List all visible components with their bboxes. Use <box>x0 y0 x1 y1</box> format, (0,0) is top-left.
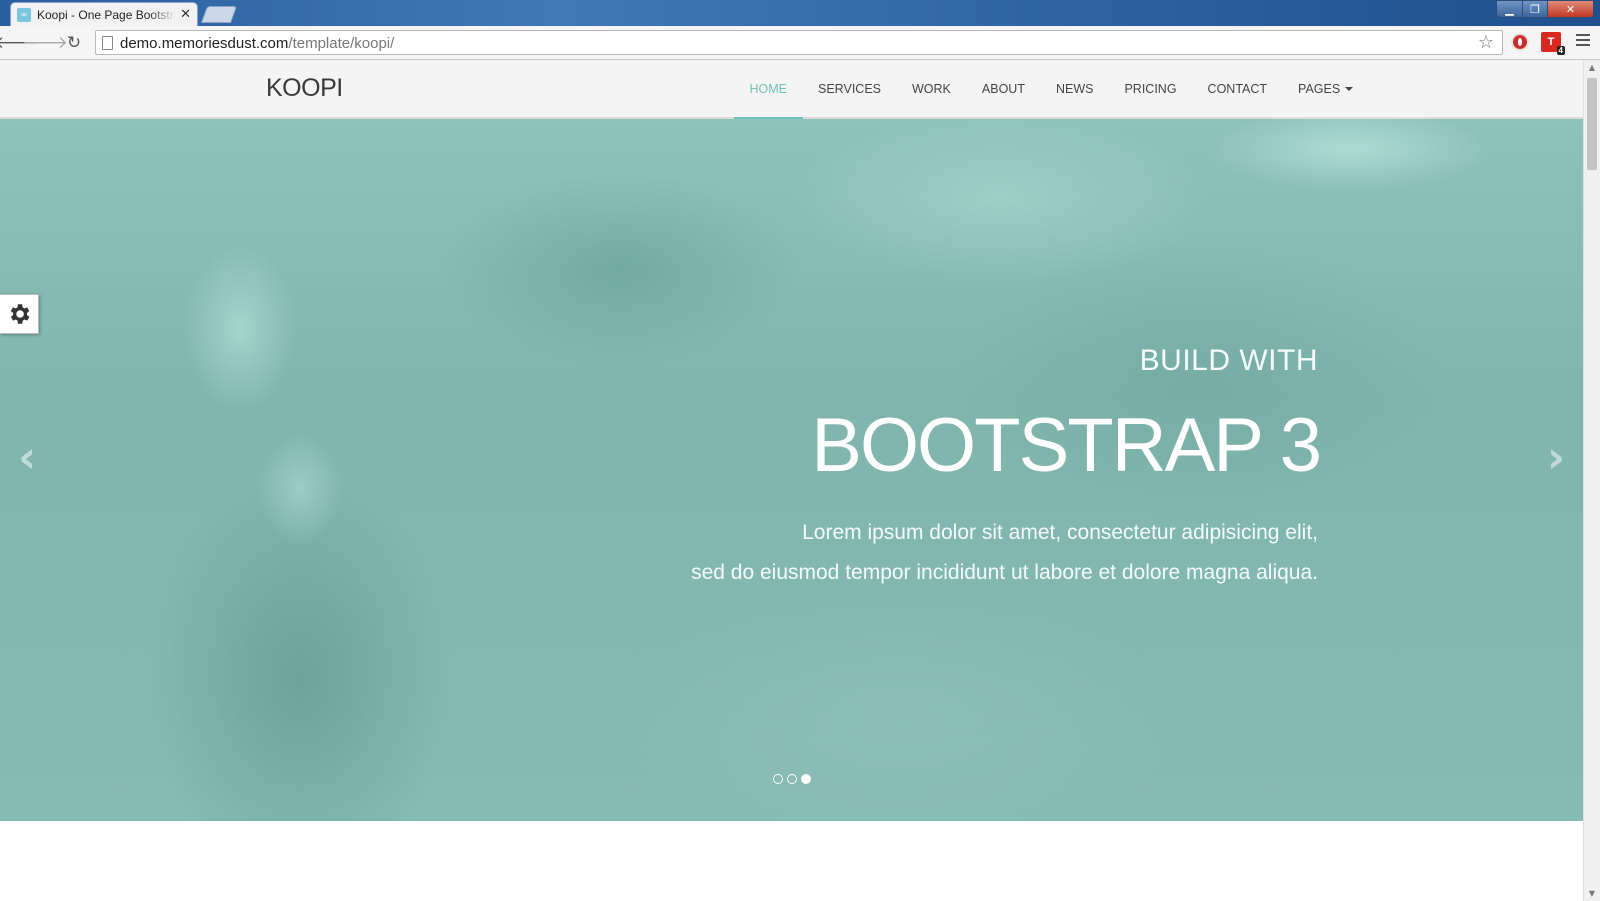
bookmark-star-icon[interactable]: ☆ <box>1478 32 1494 53</box>
new-tab-button[interactable] <box>200 6 238 23</box>
nav-contact[interactable]: CONTACT <box>1192 60 1283 117</box>
page-viewport: KOOPI HOME SERVICES WORK ABOUT NEWS PRIC… <box>0 60 1583 901</box>
scrollbar-thumb[interactable] <box>1587 78 1597 170</box>
extension-label: T <box>1547 36 1555 48</box>
nav-pages-dropdown[interactable]: PAGES <box>1283 60 1369 117</box>
carousel-indicators <box>773 774 811 784</box>
carousel-dot-3[interactable] <box>801 774 811 784</box>
nav-about[interactable]: ABOUT <box>966 60 1040 117</box>
tab-close-icon[interactable]: ✕ <box>180 7 191 22</box>
site-navbar: KOOPI HOME SERVICES WORK ABOUT NEWS PRIC… <box>0 60 1583 119</box>
arrow-right-icon: 🡒 <box>22 33 68 53</box>
power-extension-icon[interactable] <box>1511 33 1529 51</box>
reload-button[interactable]: ↻ <box>62 31 86 55</box>
hero-text-line-1: Lorem ipsum dolor sit amet, consectetur … <box>802 521 1318 544</box>
caret-down-icon <box>1345 86 1354 91</box>
hero-text: Lorem ipsum dolor sit amet, consectetur … <box>618 513 1318 593</box>
minimize-button[interactable]: ▁ <box>1496 0 1523 18</box>
gear-icon <box>10 304 30 324</box>
hero-text-line-2: sed do eiusmod tempor incididunt ut labo… <box>691 561 1318 584</box>
nav-pages-label: PAGES <box>1298 81 1341 96</box>
scroll-down-icon[interactable]: ▼ <box>1584 886 1600 901</box>
hero-subtitle: BUILD WITH <box>1139 344 1318 377</box>
url-path: /template/koopi/ <box>288 35 395 52</box>
forward-button[interactable]: 🡒 <box>22 31 68 55</box>
content-section <box>0 821 1583 901</box>
favicon-icon: ∞ <box>17 7 31 22</box>
close-window-button[interactable]: ✕ <box>1547 0 1594 18</box>
address-bar[interactable]: demo.memoriesdust.com/template/koopi/ ☆ <box>95 30 1503 55</box>
browser-tab[interactable]: ∞ Koopi - One Page Bootstrap ✕ <box>10 2 198 26</box>
page-scrollbar[interactable]: ▲ ▼ <box>1583 60 1600 901</box>
scroll-up-icon[interactable]: ▲ <box>1584 60 1600 75</box>
hero-title: BOOTSTRAP 3 <box>811 403 1322 488</box>
url-text[interactable]: demo.memoriesdust.com/template/koopi/ <box>120 35 394 52</box>
restore-icon: ❐ <box>1530 2 1540 16</box>
style-switcher-toggle[interactable] <box>0 294 39 334</box>
nav-home[interactable]: HOME <box>734 60 803 119</box>
page-icon <box>102 36 113 50</box>
carousel-prev-icon[interactable]: ‹ <box>18 432 36 483</box>
t-extension-icon[interactable]: T 4 <box>1541 32 1565 55</box>
window-titlebar: ∞ Koopi - One Page Bootstrap ✕ ▁ ❐ ✕ <box>0 0 1600 26</box>
close-icon: ✕ <box>1565 2 1576 16</box>
extension-badge: 4 <box>1556 46 1565 55</box>
tab-title: Koopi - One Page Bootstrap <box>37 7 177 22</box>
browser-toolbar: 🡐 🡒 ↻ demo.memoriesdust.com/template/koo… <box>0 26 1600 60</box>
carousel-dot-1[interactable] <box>773 774 783 784</box>
nav-news[interactable]: NEWS <box>1040 60 1109 117</box>
restore-button[interactable]: ❐ <box>1522 0 1548 18</box>
hamburger-menu-icon[interactable] <box>1576 34 1590 49</box>
url-domain: demo.memoriesdust.com <box>120 35 289 52</box>
main-menu: HOME SERVICES WORK ABOUT NEWS PRICING CO… <box>734 60 1369 119</box>
nav-pricing[interactable]: PRICING <box>1109 60 1192 117</box>
carousel-dot-2[interactable] <box>787 774 797 784</box>
reload-icon: ↻ <box>66 33 82 53</box>
site-logo[interactable]: KOOPI <box>266 74 343 103</box>
carousel-next-icon[interactable]: › <box>1547 432 1565 483</box>
nav-services[interactable]: SERVICES <box>803 60 897 117</box>
nav-work[interactable]: WORK <box>897 60 967 117</box>
hero-carousel: BUILD WITH BOOTSTRAP 3 Lorem ipsum dolor… <box>0 119 1583 821</box>
minimize-icon: ▁ <box>1505 2 1514 16</box>
